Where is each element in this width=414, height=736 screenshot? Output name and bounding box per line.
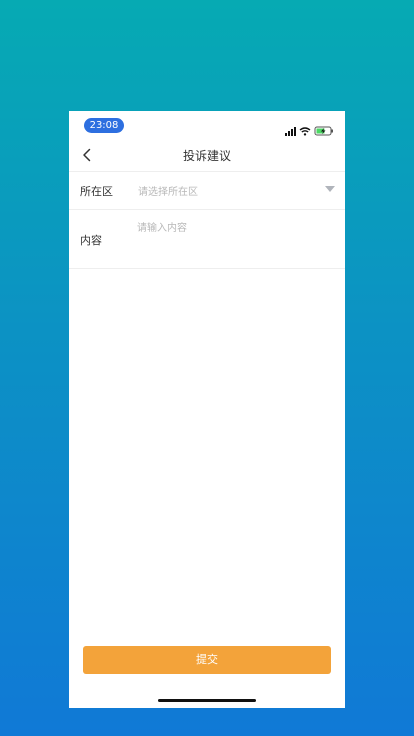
app-screen: 23:08 投诉建议 所在区 请选择所在区 内容 请输入内容 提交 [69, 111, 345, 708]
page-title: 投诉建议 [182, 149, 231, 163]
content-input[interactable] [137, 219, 335, 263]
district-label: 所在区 [80, 185, 113, 198]
content-row: 内容 [69, 210, 345, 269]
content-label: 内容 [80, 234, 102, 247]
status-time: 23:08 [84, 118, 124, 133]
wifi-icon [299, 127, 311, 136]
status-bar: 23:08 [69, 111, 345, 139]
district-placeholder: 请选择所在区 [138, 187, 198, 198]
navigation-bar: 投诉建议 [69, 139, 345, 172]
submit-button[interactable]: 提交 [83, 646, 331, 674]
battery-charging-icon [314, 126, 333, 136]
status-icons [285, 121, 335, 136]
triangle-down-icon [325, 186, 335, 192]
district-row: 所在区 请选择所在区 [69, 171, 345, 210]
signal-icon [285, 127, 296, 136]
district-select[interactable]: 请选择所在区 [135, 179, 335, 201]
home-indicator [158, 699, 256, 702]
